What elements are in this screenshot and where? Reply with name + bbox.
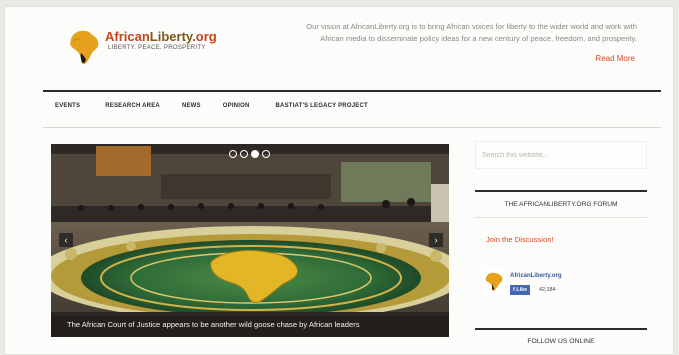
facebook-like-count: 42,184 bbox=[539, 287, 556, 293]
main-nav: EVENTS RESEARCH AREA NEWS OPINION BASTIA… bbox=[55, 103, 368, 117]
vision-line-1: Our vision at AfricanLiberty.org is to b… bbox=[306, 22, 637, 31]
facebook-like-button[interactable]: f Like bbox=[510, 285, 531, 295]
chevron-right-icon: › bbox=[481, 238, 483, 244]
follow-us-title: FOLLOW US ONLINE bbox=[527, 338, 595, 345]
logo-word-suffix: .org bbox=[192, 29, 217, 44]
slider-dot-4[interactable] bbox=[262, 150, 270, 158]
facebook-page-avatar[interactable] bbox=[483, 270, 505, 294]
vision-statement: Our vision at AfricanLiberty.org is to b… bbox=[227, 21, 637, 45]
site-logo[interactable]: AfricanLiberty.org LIBERTY. PEACE. PROSP… bbox=[67, 27, 217, 67]
nav-item-opinion[interactable]: OPINION bbox=[223, 103, 250, 117]
logo-wordmark: AfricanLiberty.org bbox=[105, 29, 217, 44]
join-discussion-label: Join the Discussion! bbox=[486, 235, 554, 244]
page: AfricanLiberty.org LIBERTY. PEACE. PROSP… bbox=[4, 6, 674, 355]
logo-word-liberty: Liberty bbox=[149, 29, 193, 44]
slider-dot-2[interactable] bbox=[240, 150, 248, 158]
slider-dot-1[interactable] bbox=[229, 150, 237, 158]
nav-divider-bottom bbox=[43, 127, 661, 128]
nav-item-research-area[interactable]: RESEARCH AREA bbox=[105, 103, 160, 117]
search-input[interactable] bbox=[476, 142, 646, 168]
follow-divider-top bbox=[475, 328, 647, 330]
facebook-like-label: Like bbox=[516, 287, 528, 293]
vision-line-2: African media to disseminate policy idea… bbox=[320, 34, 637, 43]
read-more-link[interactable]: Read More bbox=[595, 54, 635, 63]
slide-caption[interactable]: The African Court of Justice appears to … bbox=[67, 320, 447, 329]
join-discussion-link[interactable]: › Join the Discussion! bbox=[481, 235, 554, 244]
slider-pagination bbox=[229, 150, 270, 158]
slide-image-assembly-hall bbox=[51, 144, 449, 337]
slider-prev-arrow[interactable]: ‹ bbox=[59, 233, 73, 247]
nav-item-bastiats-legacy-project[interactable]: BASTIAT'S LEGACY PROJECT bbox=[276, 103, 368, 117]
forum-divider-top bbox=[475, 190, 647, 192]
search-box bbox=[475, 141, 647, 169]
slider-next-arrow[interactable]: › bbox=[429, 233, 443, 247]
nav-divider-top bbox=[43, 90, 661, 92]
logo-tagline: LIBERTY. PEACE. PROSPERITY bbox=[108, 45, 206, 51]
forum-divider-bottom bbox=[475, 217, 647, 218]
featured-slider[interactable] bbox=[51, 144, 449, 337]
forum-title: THE AFRICANLIBERTY.ORG FORUM bbox=[504, 201, 618, 208]
facebook-page-name[interactable]: AfricanLiberty.org bbox=[510, 273, 562, 279]
nav-item-events[interactable]: EVENTS bbox=[55, 103, 80, 117]
slider-dot-3[interactable] bbox=[251, 150, 259, 158]
africa-map-icon bbox=[70, 30, 99, 65]
logo-word-african: African bbox=[105, 29, 150, 44]
nav-item-news[interactable]: NEWS bbox=[182, 103, 201, 117]
